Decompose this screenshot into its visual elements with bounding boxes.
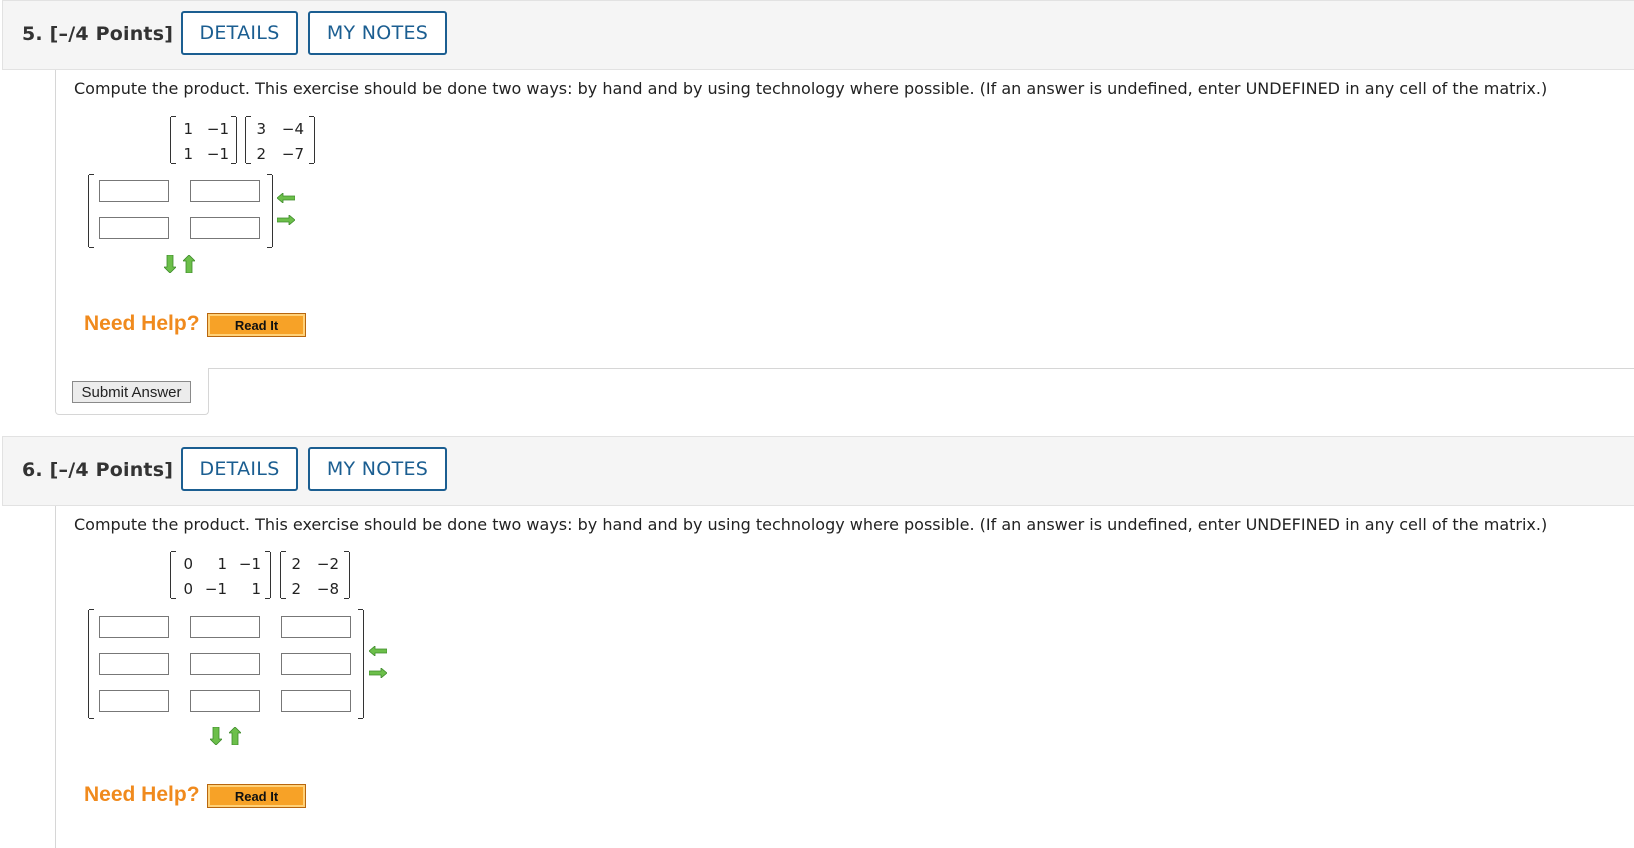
matrix-a: 0 1 −1 0 −1 1 bbox=[170, 551, 271, 599]
divider bbox=[209, 368, 1634, 369]
details-button[interactable]: DETAILS bbox=[181, 11, 298, 55]
my-notes-button[interactable]: MY NOTES bbox=[308, 11, 447, 55]
matrix-cell: −8 bbox=[316, 580, 339, 598]
question-prompt: Compute the product. This exercise shoul… bbox=[74, 515, 1548, 534]
matrix-cell: 2 bbox=[256, 145, 266, 163]
question-number-label: 5. [–/4 Points] bbox=[22, 23, 174, 45]
answer-cell[interactable] bbox=[281, 616, 351, 638]
arrow-down-icon[interactable] bbox=[210, 727, 222, 745]
read-it-button[interactable]: Read It bbox=[207, 784, 306, 808]
matrix-cell: −2 bbox=[316, 555, 339, 573]
answer-cell[interactable] bbox=[99, 180, 169, 202]
matrix-cell: 1 bbox=[183, 120, 193, 138]
matrix-cell: 0 bbox=[183, 580, 193, 598]
matrix-cell: 2 bbox=[291, 555, 301, 573]
arrow-right-icon[interactable] bbox=[369, 668, 387, 678]
answer-cell[interactable] bbox=[281, 653, 351, 675]
matrix-cell: −1 bbox=[238, 555, 261, 573]
arrow-left-icon[interactable] bbox=[277, 193, 295, 203]
matrix-cell: 1 bbox=[183, 145, 193, 163]
matrix-cell: 1 bbox=[251, 580, 261, 598]
arrow-down-icon[interactable] bbox=[164, 255, 176, 273]
question-5-body-border bbox=[55, 70, 56, 368]
matrix-b: 3 −4 2 −7 bbox=[245, 116, 315, 164]
matrix-cell: −1 bbox=[206, 145, 229, 163]
matrix-cell: 0 bbox=[183, 555, 193, 573]
matrix-cell: 2 bbox=[291, 580, 301, 598]
matrix-cell: 3 bbox=[256, 120, 266, 138]
arrow-left-icon[interactable] bbox=[369, 646, 387, 656]
answer-cell[interactable] bbox=[190, 653, 260, 675]
need-help-label: Need Help? bbox=[84, 312, 200, 335]
need-help-label: Need Help? bbox=[84, 783, 200, 806]
question-6-header: 6. [–/4 Points] DETAILS MY NOTES bbox=[2, 436, 1634, 506]
arrow-up-icon[interactable] bbox=[183, 255, 195, 273]
answer-cell[interactable] bbox=[190, 217, 260, 239]
answer-cell[interactable] bbox=[281, 690, 351, 712]
arrow-right-icon[interactable] bbox=[277, 215, 295, 225]
matrix-cell: −4 bbox=[281, 120, 304, 138]
arrow-up-icon[interactable] bbox=[229, 727, 241, 745]
answer-cell[interactable] bbox=[190, 180, 260, 202]
my-notes-button[interactable]: MY NOTES bbox=[308, 447, 447, 491]
answer-cell[interactable] bbox=[190, 690, 260, 712]
question-number-label: 6. [–/4 Points] bbox=[22, 459, 174, 481]
answer-cell[interactable] bbox=[99, 653, 169, 675]
question-prompt: Compute the product. This exercise shoul… bbox=[74, 79, 1548, 98]
answer-cell[interactable] bbox=[190, 616, 260, 638]
question-6-body-border bbox=[55, 506, 56, 848]
read-it-button[interactable]: Read It bbox=[207, 313, 306, 337]
matrix-a: 1 −1 1 −1 bbox=[170, 116, 237, 164]
matrix-cell: −7 bbox=[281, 145, 304, 163]
matrix-cell: −1 bbox=[204, 580, 227, 598]
question-5-header: 5. [–/4 Points] DETAILS MY NOTES bbox=[2, 0, 1634, 70]
answer-cell[interactable] bbox=[99, 616, 169, 638]
submit-answer-button[interactable]: Submit Answer bbox=[72, 381, 191, 403]
details-button[interactable]: DETAILS bbox=[181, 447, 298, 491]
answer-cell[interactable] bbox=[99, 217, 169, 239]
matrix-b: 2 −2 2 −8 bbox=[280, 551, 350, 599]
answer-cell[interactable] bbox=[99, 690, 169, 712]
matrix-cell: −1 bbox=[206, 120, 229, 138]
matrix-cell: 1 bbox=[217, 555, 227, 573]
